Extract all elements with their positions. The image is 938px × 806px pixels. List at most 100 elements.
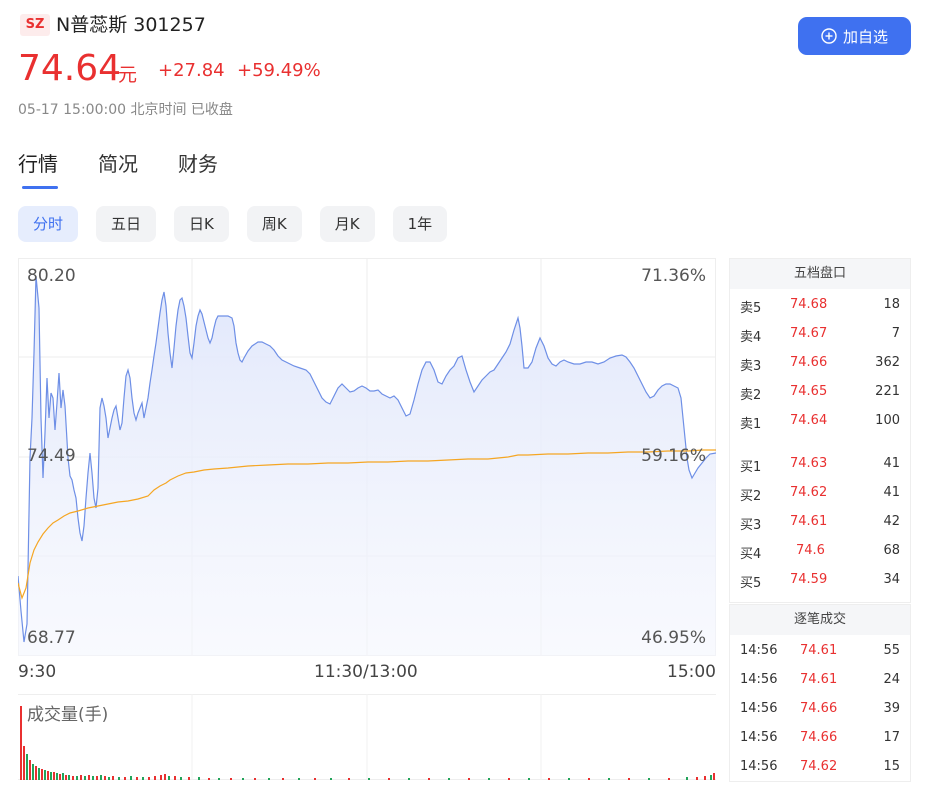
ask-volume: 100	[875, 413, 900, 428]
ask-label: 卖4	[740, 330, 762, 345]
bid-row: 买5 74.59 34	[730, 565, 910, 594]
current-price: 74.64	[18, 48, 122, 89]
bid-row: 买3 74.61 42	[730, 507, 910, 536]
plus-circle-icon	[821, 28, 837, 44]
y-axis-bottom-price: 68.77	[27, 628, 76, 648]
tab-profile[interactable]: 简况	[98, 148, 138, 189]
period-weekly-k[interactable]: 周K	[246, 206, 302, 242]
main-tabs: 行情 简况 财务	[18, 148, 218, 189]
bid-volume: 41	[883, 456, 900, 471]
bid-volume: 68	[883, 543, 900, 558]
ask-row: 卖4 74.67 7	[730, 319, 910, 348]
market-time-status: 05-17 15:00:00 北京时间 已收盘	[18, 102, 233, 118]
ask-volume: 18	[883, 297, 900, 312]
ask-price: 74.68	[790, 297, 828, 312]
trade-row: 14:56 74.62 15	[730, 752, 910, 781]
order-book-divider	[730, 435, 910, 449]
volume-title: 成交量(手)	[27, 705, 109, 725]
trade-row: 14:56 74.61 55	[730, 636, 910, 665]
ask-volume: 7	[891, 326, 900, 341]
ask-volume: 362	[875, 355, 900, 370]
x-axis-labels: 9:30 11:30/13:00 15:00	[18, 662, 716, 686]
intraday-chart-svg	[18, 258, 716, 656]
trade-time: 14:56	[740, 672, 778, 687]
x-axis-mid: 11:30/13:00	[314, 662, 418, 682]
bid-label: 买5	[740, 576, 762, 591]
ask-row: 卖1 74.64 100	[730, 406, 910, 435]
trade-volume: 55	[883, 643, 900, 658]
trade-price: 74.61	[800, 672, 838, 687]
trade-price: 74.66	[800, 701, 838, 716]
bid-price: 74.63	[790, 456, 828, 471]
stock-name: N普蕊斯 301257	[56, 14, 206, 36]
volume-chart[interactable]: 成交量(手)	[18, 694, 716, 782]
ask-volume: 221	[875, 384, 900, 399]
ask-label: 卖3	[740, 359, 762, 374]
x-axis-end: 15:00	[667, 662, 716, 682]
period-1year[interactable]: 1年	[392, 206, 448, 242]
bid-volume: 34	[883, 572, 900, 587]
x-axis-start: 9:30	[18, 662, 57, 682]
trades-title: 逐笔成交	[730, 605, 910, 635]
ask-price: 74.65	[790, 384, 828, 399]
bid-row: 买4 74.6 68	[730, 536, 910, 565]
bid-volume: 41	[883, 485, 900, 500]
ask-price: 74.67	[790, 326, 828, 341]
bid-price: 74.62	[790, 485, 828, 500]
trade-price: 74.66	[800, 730, 838, 745]
bid-label: 买3	[740, 518, 762, 533]
trades-panel: 逐笔成交 14:56 74.61 55 14:56 74.61 24 14:56…	[729, 604, 911, 782]
tab-finance[interactable]: 财务	[178, 148, 218, 189]
ask-label: 卖5	[740, 301, 762, 316]
bid-row: 买2 74.62 41	[730, 478, 910, 507]
trade-volume: 17	[883, 730, 900, 745]
y-axis-mid-pct: 59.16%	[641, 446, 706, 466]
volume-chart-svg	[18, 694, 716, 780]
bid-label: 买1	[740, 460, 762, 475]
y-axis-top-price: 80.20	[27, 266, 76, 286]
trade-volume: 15	[883, 759, 900, 774]
price-change-pct: +59.49%	[237, 60, 321, 81]
trade-row: 14:56 74.66 17	[730, 723, 910, 752]
trade-volume: 24	[883, 672, 900, 687]
order-book-title: 五档盘口	[730, 259, 910, 289]
intraday-chart[interactable]: 80.20 74.49 68.77 71.36% 59.16% 46.95%	[18, 258, 716, 656]
trade-time: 14:56	[740, 759, 778, 774]
bid-price: 74.61	[790, 514, 828, 529]
bid-row: 买1 74.63 41	[730, 449, 910, 478]
ask-row: 卖2 74.65 221	[730, 377, 910, 406]
bid-label: 买2	[740, 489, 762, 504]
trade-time: 14:56	[740, 643, 778, 658]
ask-row: 卖5 74.68 18	[730, 290, 910, 319]
ask-row: 卖3 74.66 362	[730, 348, 910, 377]
y-axis-bottom-pct: 46.95%	[641, 628, 706, 648]
price-change: +27.84	[158, 60, 225, 81]
trade-price: 74.61	[800, 643, 838, 658]
y-axis-mid-price: 74.49	[27, 446, 76, 466]
price-unit: 元	[118, 64, 138, 86]
ask-price: 74.64	[790, 413, 828, 428]
trade-row: 14:56 74.66 39	[730, 694, 910, 723]
ask-label: 卖2	[740, 388, 762, 403]
y-axis-top-pct: 71.36%	[641, 266, 706, 286]
tab-quote[interactable]: 行情	[18, 148, 58, 189]
bid-price: 74.59	[790, 572, 828, 587]
period-monthly-k[interactable]: 月K	[319, 206, 375, 242]
add-watchlist-label: 加自选	[842, 27, 888, 46]
trade-price: 74.62	[800, 759, 838, 774]
period-5day[interactable]: 五日	[96, 206, 157, 242]
bid-price: 74.6	[796, 543, 825, 558]
period-daily-k[interactable]: 日K	[174, 206, 229, 242]
order-book-panel: 五档盘口 卖5 74.68 18 卖4 74.67 7 卖3 74.66 362…	[729, 258, 911, 603]
ask-label: 卖1	[740, 417, 762, 432]
period-intraday[interactable]: 分时	[18, 206, 79, 242]
period-selector: 分时 五日 日K 周K 月K 1年	[18, 206, 448, 242]
trade-volume: 39	[883, 701, 900, 716]
add-watchlist-button[interactable]: 加自选	[798, 17, 911, 55]
trade-time: 14:56	[740, 701, 778, 716]
trade-row: 14:56 74.61 24	[730, 665, 910, 694]
market-badge: SZ	[20, 14, 50, 36]
bid-label: 买4	[740, 547, 762, 562]
ask-price: 74.66	[790, 355, 828, 370]
trade-time: 14:56	[740, 730, 778, 745]
